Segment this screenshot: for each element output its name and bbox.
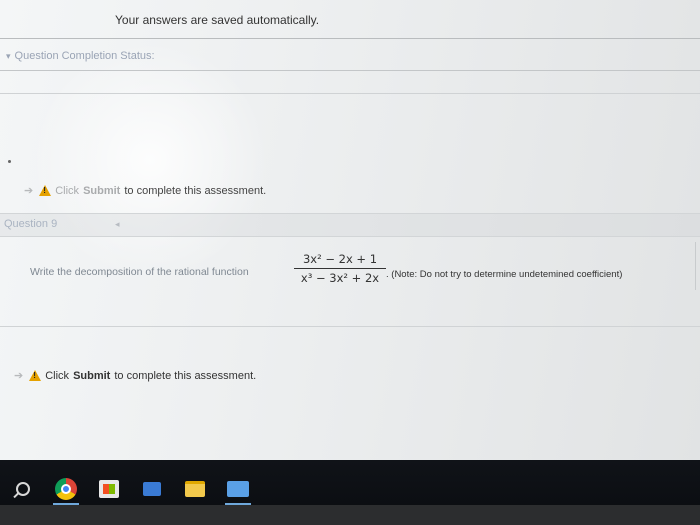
warning-icon (29, 370, 42, 381)
assessment-page: Your answers are saved automatically. ▾ … (0, 0, 700, 460)
chevron-down-icon[interactable]: ▾ (6, 51, 11, 62)
divider (0, 38, 700, 39)
chrome-icon[interactable] (53, 476, 79, 502)
rational-function: 3x² − 2x + 1 x³ − 3x² + 2x (294, 252, 386, 285)
completion-status-label: Question Completion Status: (14, 50, 155, 62)
question-header: Question 9 ◂ (0, 213, 700, 237)
question-note: . (Note: Do not try to determine undetem… (386, 269, 623, 280)
submit-notice-suffix: to complete this assessment. (124, 184, 267, 197)
question-prompt: Write the decomposition of the rational … (30, 266, 249, 278)
store-icon[interactable] (96, 476, 122, 502)
submit-link[interactable]: Submit (73, 370, 110, 382)
numerator: 3x² − 2x + 1 (302, 252, 378, 266)
denominator: x³ − 3x² + 2x (300, 271, 380, 285)
question-completion-status[interactable]: ▾ Question Completion Status: (6, 50, 155, 62)
bullet-dot (8, 160, 11, 163)
answer-box-edge[interactable] (695, 242, 700, 290)
divider (0, 93, 700, 94)
question-title: Question 9 (4, 218, 58, 230)
submit-notice-suffix: to complete this assessment. (114, 369, 257, 382)
warning-icon (39, 185, 52, 196)
pointer-icon: ◂ (115, 219, 120, 229)
submit-notice-prefix: Click (45, 369, 70, 382)
search-icon[interactable] (10, 476, 36, 502)
autosave-message: Your answers are saved automatically. (115, 13, 320, 27)
file-explorer-icon[interactable] (182, 476, 208, 502)
submit-notice-bottom: ➔ Click Submit to complete this assessme… (14, 369, 257, 383)
arrow-right-icon: ➔ (24, 185, 34, 197)
divider (0, 70, 700, 71)
submit-link[interactable]: Submit (83, 185, 120, 197)
screen-bezel (0, 505, 700, 525)
arrow-right-icon: ➔ (14, 370, 24, 382)
mail-icon[interactable] (139, 476, 165, 502)
submit-notice-prefix: Click (55, 184, 80, 197)
submit-notice-top: ➔ Click Submit to complete this assessme… (24, 184, 267, 198)
app-icon[interactable] (225, 476, 251, 502)
